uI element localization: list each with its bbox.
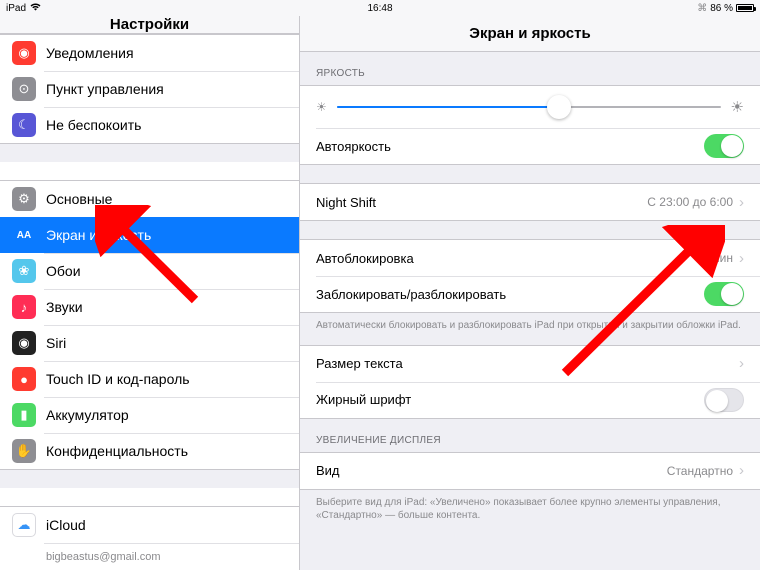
lock-footer: Автоматически блокировать и разблокирова… — [300, 313, 760, 333]
sidebar-item-dnd[interactable]: ☾ Не беспокоить — [0, 107, 299, 143]
auto-brightness-label: Автояркость — [316, 139, 391, 154]
lock-unlock-switch[interactable] — [704, 282, 744, 306]
view-label: Вид — [316, 463, 340, 478]
sun-high-icon: ☀︎ — [731, 98, 744, 116]
bold-text-row[interactable]: Жирный шрифт — [300, 382, 760, 418]
wallpaper-icon: ❀ — [12, 259, 36, 283]
zoom-footer: Выберите вид для iPad: «Увеличено» показ… — [300, 490, 760, 523]
sidebar-item-icloud[interactable]: ☁ iCloud — [0, 507, 299, 543]
night-shift-row[interactable]: Night Shift С 23:00 до 6:00 › — [300, 184, 760, 220]
auto-brightness-switch[interactable] — [704, 134, 744, 158]
sidebar-title: Настройки — [0, 16, 299, 34]
notifications-icon: ◉ — [12, 41, 36, 65]
sidebar-item-label: Пункт управления — [46, 81, 164, 97]
sidebar-item-wallpaper[interactable]: ❀ Обои — [0, 253, 299, 289]
sidebar-item-control-center[interactable]: ⊙ Пункт управления — [0, 71, 299, 107]
brightness-slider-row: ☀︎ ☀︎ — [300, 86, 760, 128]
sidebar-item-privacy[interactable]: ✋ Конфиденциальность — [0, 433, 299, 469]
night-shift-label: Night Shift — [316, 195, 376, 210]
detail-title: Экран и яркость — [300, 16, 760, 52]
auto-lock-value: 5 мин — [701, 251, 733, 265]
device-name: iPad — [6, 3, 26, 14]
sidebar-item-label: Не беспокоить — [46, 117, 141, 133]
sidebar-item-label: Конфиденциальность — [46, 443, 188, 459]
auto-lock-label: Автоблокировка — [316, 251, 414, 266]
sidebar-item-label: Звуки — [46, 299, 83, 315]
zoom-header: УВЕЛИЧЕНИЕ ДИСПЛЕЯ — [300, 419, 760, 452]
lock-unlock-label: Заблокировать/разблокировать — [316, 287, 506, 302]
sidebar-item-display[interactable]: AA Экран и яркость — [0, 217, 299, 253]
siri-icon: ◉ — [12, 331, 36, 355]
sidebar-item-label: Уведомления — [46, 45, 134, 61]
battery-icon — [736, 4, 754, 12]
privacy-icon: ✋ — [12, 439, 36, 463]
text-size-label: Размер текста — [316, 356, 403, 371]
slider-thumb[interactable] — [547, 95, 571, 119]
sidebar-item-battery[interactable]: ▮ Аккумулятор — [0, 397, 299, 433]
sidebar-item-label: Основные — [46, 191, 112, 207]
sidebar-item-notifications[interactable]: ◉ Уведомления — [0, 35, 299, 71]
sidebar-item-label: iCloud — [46, 517, 86, 533]
battery-icon: ▮ — [12, 403, 36, 427]
sidebar-item-label: Аккумулятор — [46, 407, 129, 423]
sidebar-item-sounds[interactable]: ♪ Звуки — [0, 289, 299, 325]
view-row[interactable]: Вид Стандартно › — [300, 453, 760, 489]
text-size-row[interactable]: Размер текста › — [300, 346, 760, 382]
brightness-slider[interactable] — [337, 106, 721, 108]
sidebar-item-siri[interactable]: ◉ Siri — [0, 325, 299, 361]
sidebar-item-general[interactable]: ⚙ Основные — [0, 181, 299, 217]
control-center-icon: ⊙ — [12, 77, 36, 101]
lock-unlock-row[interactable]: Заблокировать/разблокировать — [300, 276, 760, 312]
bold-text-label: Жирный шрифт — [316, 392, 411, 407]
chevron-right-icon: › — [739, 355, 744, 372]
detail-pane: Экран и яркость ЯРКОСТЬ ☀︎ ☀︎ Автояркост… — [300, 16, 760, 570]
chevron-right-icon: › — [739, 194, 744, 211]
sidebar-item-label: Обои — [46, 263, 81, 279]
sidebar-item-label: Touch ID и код-пароль — [46, 371, 190, 387]
view-value: Стандартно — [667, 464, 733, 478]
settings-sidebar: Настройки ◉ Уведомления ⊙ Пункт управления ☾… — [0, 16, 300, 570]
sidebar-item-icloud-sub: bigbeastus@gmail.com — [0, 543, 299, 570]
dnd-icon: ☾ — [12, 113, 36, 137]
clock: 16:48 — [367, 3, 392, 14]
sidebar-item-label: Экран и яркость — [46, 227, 151, 243]
auto-lock-row[interactable]: Автоблокировка 5 мин › — [300, 240, 760, 276]
chevron-right-icon: › — [739, 250, 744, 267]
night-shift-value: С 23:00 до 6:00 — [647, 195, 733, 209]
sidebar-item-label: Siri — [46, 335, 66, 351]
sidebar-item-touchid[interactable]: ● Touch ID и код-пароль — [0, 361, 299, 397]
status-bar: iPad 16:48 ⌘ 86 % — [0, 0, 760, 16]
bluetooth-icon: ⌘ — [697, 3, 707, 14]
battery-percent: 86 % — [710, 3, 733, 14]
touchid-icon: ● — [12, 367, 36, 391]
sun-low-icon: ☀︎ — [316, 100, 327, 114]
auto-brightness-row[interactable]: Автояркость — [300, 128, 760, 164]
sounds-icon: ♪ — [12, 295, 36, 319]
bold-text-switch[interactable] — [704, 388, 744, 412]
icloud-icon: ☁ — [12, 513, 36, 537]
display-icon: AA — [12, 223, 36, 247]
chevron-right-icon: › — [739, 462, 744, 479]
wifi-icon — [30, 3, 41, 14]
brightness-header: ЯРКОСТЬ — [300, 52, 760, 85]
general-icon: ⚙ — [12, 187, 36, 211]
